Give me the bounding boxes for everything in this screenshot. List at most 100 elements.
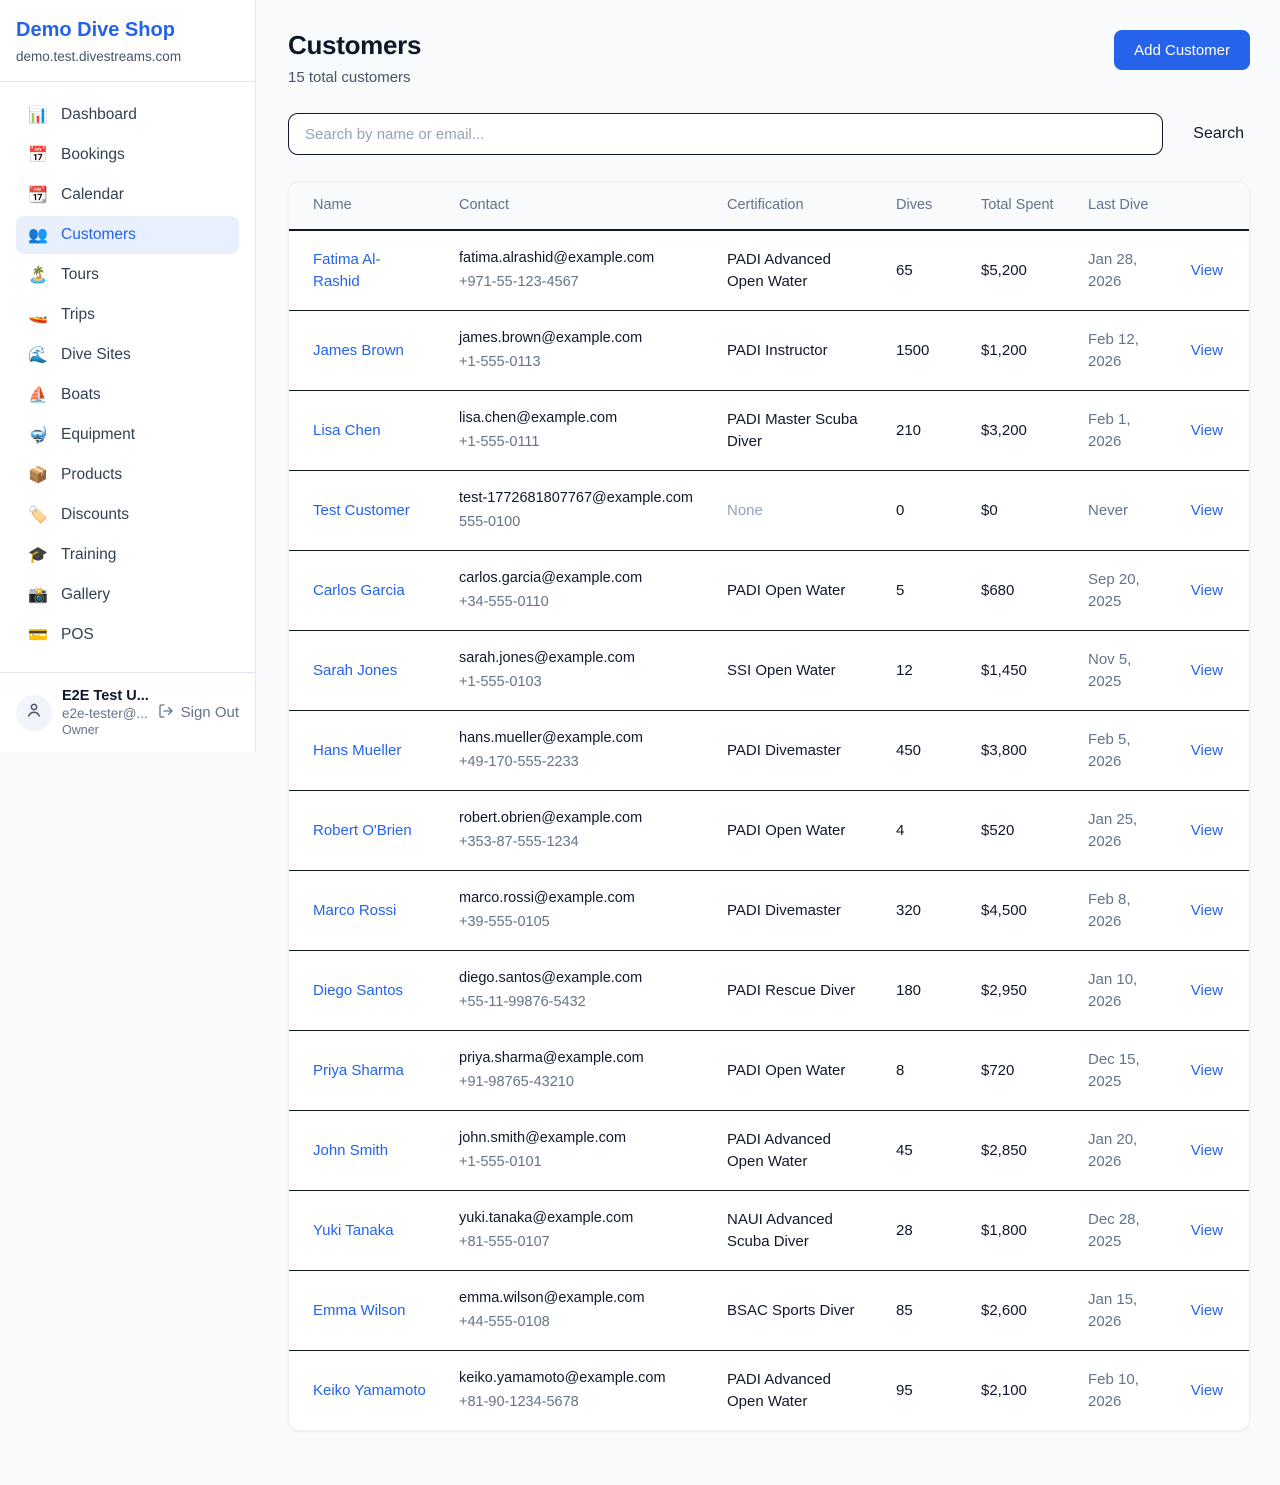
view-link[interactable]: View bbox=[1191, 582, 1223, 599]
customer-email: sarah.jones@example.com bbox=[459, 648, 695, 669]
sidebar-item-dive-sites[interactable]: 🌊Dive Sites bbox=[16, 336, 239, 374]
name-cell: Keiko Yamamoto bbox=[289, 1351, 443, 1431]
products-icon: 📦 bbox=[28, 465, 48, 485]
last-dive-cell: Dec 28, 2025 bbox=[1072, 1191, 1167, 1271]
customer-name-link[interactable]: Carlos Garcia bbox=[313, 582, 405, 599]
sidebar-item-products[interactable]: 📦Products bbox=[16, 456, 239, 494]
view-link[interactable]: View bbox=[1191, 502, 1223, 519]
customer-name-link[interactable]: Fatima Al-Rashid bbox=[313, 251, 381, 290]
customer-name-link[interactable]: Robert O'Brien bbox=[313, 822, 412, 839]
dives-cell: 320 bbox=[880, 871, 965, 951]
name-cell: Sarah Jones bbox=[289, 631, 443, 711]
total-spent-cell: $1,200 bbox=[965, 311, 1072, 391]
search-button[interactable]: Search bbox=[1187, 121, 1250, 147]
sidebar-item-boats[interactable]: ⛵Boats bbox=[16, 376, 239, 414]
customer-email: marco.rossi@example.com bbox=[459, 888, 695, 909]
contact-cell: priya.sharma@example.com+91-98765-43210 bbox=[443, 1031, 711, 1111]
sidebar-item-trips[interactable]: 🚤Trips bbox=[16, 296, 239, 334]
sidebar: Demo Dive Shop demo.test.divestreams.com… bbox=[0, 0, 256, 752]
last-dive-cell: Jan 28, 2026 bbox=[1072, 230, 1167, 311]
gallery-icon: 📸 bbox=[28, 585, 48, 605]
last-dive-cell: Jan 15, 2026 bbox=[1072, 1271, 1167, 1351]
contact-cell: fatima.alrashid@example.com+971-55-123-4… bbox=[443, 230, 711, 311]
sidebar-item-dashboard[interactable]: 📊Dashboard bbox=[16, 96, 239, 134]
last-dive-cell: Feb 10, 2026 bbox=[1072, 1351, 1167, 1431]
sidebar-item-gallery[interactable]: 📸Gallery bbox=[16, 576, 239, 614]
sidebar-item-equipment[interactable]: 🤿Equipment bbox=[16, 416, 239, 454]
shop-title[interactable]: Demo Dive Shop bbox=[16, 19, 239, 42]
table-row: Sarah Jonessarah.jones@example.com+1-555… bbox=[289, 631, 1250, 711]
customer-name-link[interactable]: Test Customer bbox=[313, 502, 410, 519]
customer-name-link[interactable]: Priya Sharma bbox=[313, 1062, 404, 1079]
search-input[interactable] bbox=[288, 113, 1163, 155]
customer-name-link[interactable]: Emma Wilson bbox=[313, 1302, 406, 1319]
view-link[interactable]: View bbox=[1191, 902, 1223, 919]
view-link[interactable]: View bbox=[1191, 262, 1223, 279]
contact-cell: emma.wilson@example.com+44-555-0108 bbox=[443, 1271, 711, 1351]
view-link[interactable]: View bbox=[1191, 662, 1223, 679]
name-cell: Yuki Tanaka bbox=[289, 1191, 443, 1271]
view-link[interactable]: View bbox=[1191, 1382, 1223, 1399]
view-link[interactable]: View bbox=[1191, 422, 1223, 439]
view-link[interactable]: View bbox=[1191, 742, 1223, 759]
contact-cell: yuki.tanaka@example.com+81-555-0107 bbox=[443, 1191, 711, 1271]
bookings-icon: 📅 bbox=[28, 145, 48, 165]
total-spent-cell: $720 bbox=[965, 1031, 1072, 1111]
last-dive-cell: Jan 10, 2026 bbox=[1072, 951, 1167, 1031]
customer-name-link[interactable]: Hans Mueller bbox=[313, 742, 401, 759]
certification-cell: PADI Open Water bbox=[711, 1031, 880, 1111]
view-link[interactable]: View bbox=[1191, 1302, 1223, 1319]
sidebar-item-training[interactable]: 🎓Training bbox=[16, 536, 239, 574]
contact-cell: john.smith@example.com+1-555-0101 bbox=[443, 1111, 711, 1191]
customer-name-link[interactable]: Keiko Yamamoto bbox=[313, 1382, 426, 1399]
customer-email: diego.santos@example.com bbox=[459, 968, 695, 989]
customer-name-link[interactable]: Diego Santos bbox=[313, 982, 403, 999]
view-cell: View bbox=[1167, 711, 1250, 791]
contact-cell: james.brown@example.com+1-555-0113 bbox=[443, 311, 711, 391]
view-link[interactable]: View bbox=[1191, 982, 1223, 999]
customer-phone: +55-11-99876-5432 bbox=[459, 992, 695, 1013]
table-row: Emma Wilson emma.wilson@example.com+44-55… bbox=[289, 1271, 1250, 1351]
total-spent-cell: $2,950 bbox=[965, 951, 1072, 1031]
last-dive-cell: Feb 1, 2026 bbox=[1072, 391, 1167, 471]
dive-sites-icon: 🌊 bbox=[28, 345, 48, 365]
customer-email: emma.wilson@example.com bbox=[459, 1288, 695, 1309]
customer-name-link[interactable]: John Smith bbox=[313, 1142, 388, 1159]
column-header: Total Spent bbox=[965, 182, 1072, 230]
customers-table-card: NameContactCertificationDivesTotal Spent… bbox=[288, 181, 1250, 1431]
customer-phone: +353-87-555-1234 bbox=[459, 832, 695, 853]
customers-icon: 👥 bbox=[28, 225, 48, 245]
view-link[interactable]: View bbox=[1191, 1062, 1223, 1079]
sign-out-button[interactable]: Sign Out bbox=[158, 703, 239, 723]
view-cell: View bbox=[1167, 1191, 1250, 1271]
dives-cell: 0 bbox=[880, 471, 965, 551]
certification-cell: None bbox=[711, 471, 880, 551]
sidebar-item-bookings[interactable]: 📅Bookings bbox=[16, 136, 239, 174]
name-cell: Marco Rossi bbox=[289, 871, 443, 951]
customer-name-link[interactable]: Yuki Tanaka bbox=[313, 1222, 394, 1239]
training-icon: 🎓 bbox=[28, 545, 48, 565]
view-cell: View bbox=[1167, 391, 1250, 471]
view-link[interactable]: View bbox=[1191, 1142, 1223, 1159]
name-cell: Hans Mueller bbox=[289, 711, 443, 791]
name-cell: Test Customer bbox=[289, 471, 443, 551]
sidebar-item-tours[interactable]: 🏝️Tours bbox=[16, 256, 239, 294]
add-customer-button[interactable]: Add Customer bbox=[1114, 30, 1250, 70]
sidebar-item-customers[interactable]: 👥Customers bbox=[16, 216, 239, 254]
view-link[interactable]: View bbox=[1191, 822, 1223, 839]
view-link[interactable]: View bbox=[1191, 342, 1223, 359]
customer-phone: +39-555-0105 bbox=[459, 912, 695, 933]
calendar-icon: 📆 bbox=[28, 185, 48, 205]
customer-name-link[interactable]: Sarah Jones bbox=[313, 662, 397, 679]
view-cell: View bbox=[1167, 551, 1250, 631]
customer-name-link[interactable]: Lisa Chen bbox=[313, 422, 381, 439]
customer-phone: +81-555-0107 bbox=[459, 1232, 695, 1253]
sidebar-item-calendar[interactable]: 📆Calendar bbox=[16, 176, 239, 214]
view-link[interactable]: View bbox=[1191, 1222, 1223, 1239]
sidebar-item-discounts[interactable]: 🏷️Discounts bbox=[16, 496, 239, 534]
customer-name-link[interactable]: Marco Rossi bbox=[313, 902, 396, 919]
customer-phone: +81-90-1234-5678 bbox=[459, 1392, 695, 1413]
customer-name-link[interactable]: James Brown bbox=[313, 342, 404, 359]
table-header: NameContactCertificationDivesTotal Spent… bbox=[289, 182, 1250, 230]
sidebar-item-pos[interactable]: 💳POS bbox=[16, 616, 239, 654]
